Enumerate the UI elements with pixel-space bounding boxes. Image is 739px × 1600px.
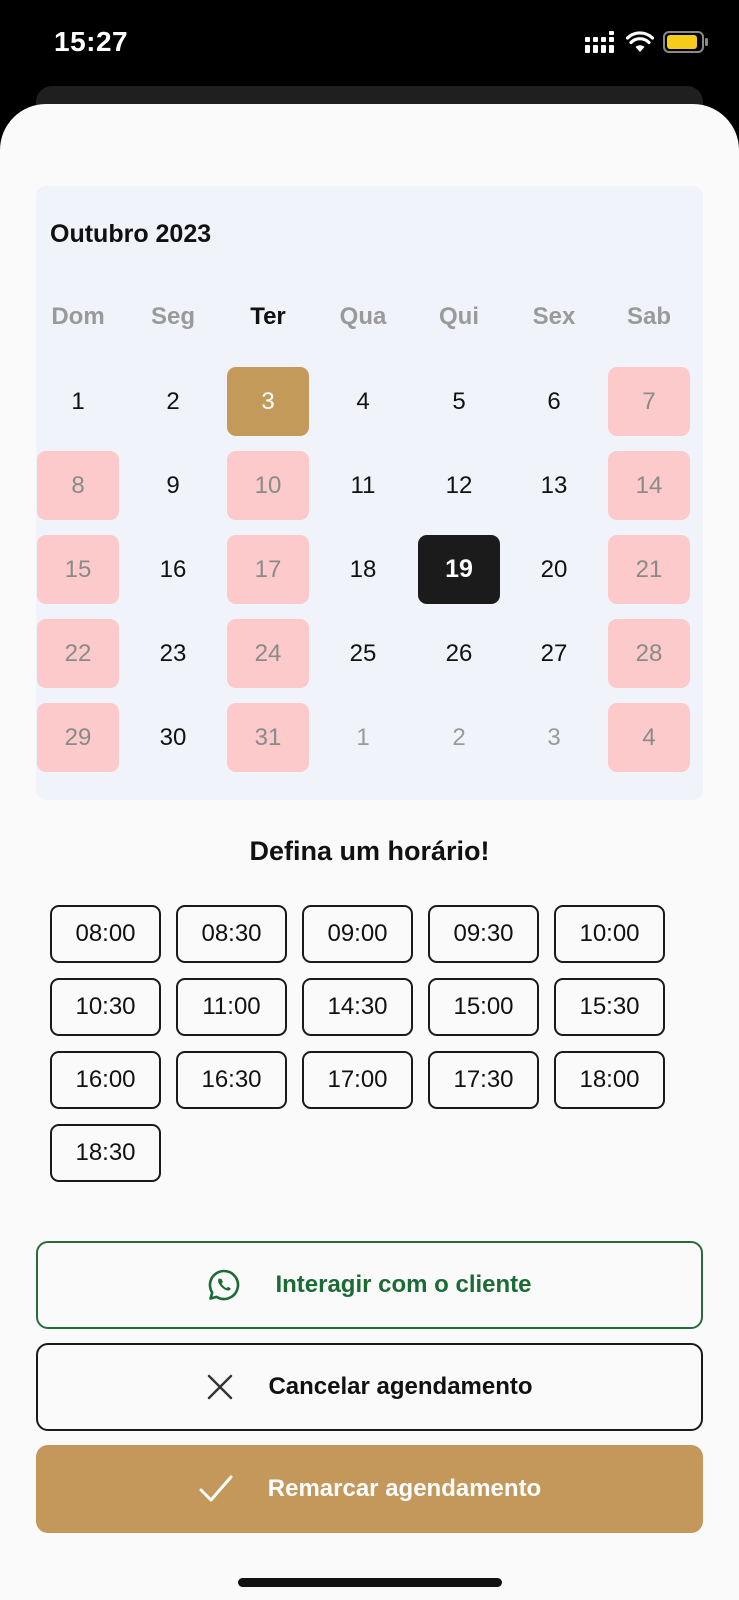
calendar-day[interactable]: 25 [322, 619, 404, 688]
calendar-day: 22 [37, 619, 119, 688]
whatsapp-icon [207, 1268, 241, 1302]
calendar-day: 14 [608, 451, 690, 520]
time-slot-button[interactable]: 17:00 [302, 1051, 413, 1109]
cancel-appointment-button[interactable]: Cancelar agendamento [36, 1343, 703, 1431]
calendar-day: 21 [608, 535, 690, 604]
time-slot-button[interactable]: 10:30 [50, 978, 161, 1036]
calendar-day: 3 [547, 723, 561, 751]
time-slot-button[interactable]: 08:30 [176, 905, 287, 963]
calendar-day[interactable]: 12 [418, 451, 500, 520]
weekday-label: Seg [150, 303, 195, 330]
weekday-label: Sex [532, 303, 576, 330]
weekday-label: Ter [250, 303, 286, 330]
calendar-month-title: Outubro 2023 [50, 220, 212, 248]
interact-with-client-label: Interagir com o cliente [275, 1271, 532, 1298]
calendar-day: 24 [227, 619, 309, 688]
calendar-day: 29 [37, 703, 119, 772]
time-slot-button[interactable]: 16:30 [176, 1051, 287, 1109]
time-slot-button[interactable]: 16:00 [50, 1051, 161, 1109]
time-slot-button[interactable]: 15:30 [554, 978, 665, 1036]
calendar-day: 1 [356, 723, 370, 751]
wifi-icon [625, 31, 655, 58]
calendar-day[interactable]: 2 [132, 367, 214, 436]
calendar-day[interactable]: 18 [322, 535, 404, 604]
time-slot-button[interactable]: 08:00 [50, 905, 161, 963]
status-time: 15:27 [54, 26, 129, 57]
time-slot-button[interactable]: 17:30 [428, 1051, 539, 1109]
calendar-day[interactable]: 23 [132, 619, 214, 688]
check-icon [198, 1474, 234, 1504]
calendar-day: 31 [227, 703, 309, 772]
status-bar: 15:27 [0, 0, 739, 90]
weekday-label: Sab [626, 303, 671, 330]
calendar-day: 7 [608, 367, 690, 436]
calendar-day[interactable]: 20 [513, 535, 595, 604]
calendar-day-today[interactable]: 3 [227, 367, 309, 436]
battery-icon [663, 30, 709, 59]
calendar-day[interactable]: 30 [132, 703, 214, 772]
calendar-day[interactable]: 11 [322, 451, 404, 520]
weekday-label: Qua [339, 303, 387, 330]
time-slot-button[interactable]: 09:30 [428, 905, 539, 963]
reschedule-appointment-label: Remarcar agendamento [267, 1475, 542, 1502]
time-picker-title: Defina um horário! [249, 836, 490, 866]
calendar-day: 10 [227, 451, 309, 520]
interact-with-client-button[interactable]: Interagir com o cliente [36, 1241, 703, 1329]
time-slot-button[interactable]: 09:00 [302, 905, 413, 963]
calendar-day-selected[interactable]: 19 [418, 535, 500, 604]
time-slot-button[interactable]: 18:00 [554, 1051, 665, 1109]
weekday-label: Qui [439, 303, 479, 330]
calendar-day: 15 [37, 535, 119, 604]
time-slot-button[interactable]: 15:00 [428, 978, 539, 1036]
calendar-day[interactable]: 27 [513, 619, 595, 688]
calendar-weekday-row: Dom Seg Ter Qua Qui Sex Sab [36, 303, 703, 343]
calendar-day: 17 [227, 535, 309, 604]
calendar-day[interactable]: 16 [132, 535, 214, 604]
time-slot-button[interactable]: 10:00 [554, 905, 665, 963]
calendar-days-grid: 1 2 3 4 5 6 7 8 9 10 11 12 13 14 15 16 17 18 19 20 21 22 23 24 2… [36, 367, 703, 781]
calendar-day: 2 [452, 723, 466, 751]
time-slot-button[interactable]: 14:30 [302, 978, 413, 1036]
calendar-day[interactable]: 1 [37, 367, 119, 436]
calendar-day[interactable]: 13 [513, 451, 595, 520]
calendar-day[interactable]: 6 [513, 367, 595, 436]
calendar-day: 4 [608, 703, 690, 772]
weekday-label: Dom [51, 303, 105, 330]
calendar-day[interactable]: 4 [322, 367, 404, 436]
calendar-day[interactable]: 26 [418, 619, 500, 688]
calendar-day[interactable]: 9 [132, 451, 214, 520]
signal-icon [585, 31, 617, 58]
calendar: Outubro 2023 Dom Seg Ter Qua Qui Sex Sab 12345… [36, 186, 703, 800]
cancel-appointment-label: Cancelar agendamento [268, 1373, 533, 1400]
home-indicator [238, 1578, 502, 1587]
reschedule-appointment-button[interactable]: Remarcar agendamento [36, 1445, 703, 1533]
calendar-day[interactable]: 5 [418, 367, 500, 436]
status-icons [585, 30, 709, 59]
time-slot-button[interactable]: 11:00 [176, 978, 287, 1036]
close-icon [206, 1373, 234, 1401]
calendar-day: 28 [608, 619, 690, 688]
time-slot-button[interactable]: 18:30 [50, 1124, 161, 1182]
calendar-day: 8 [37, 451, 119, 520]
